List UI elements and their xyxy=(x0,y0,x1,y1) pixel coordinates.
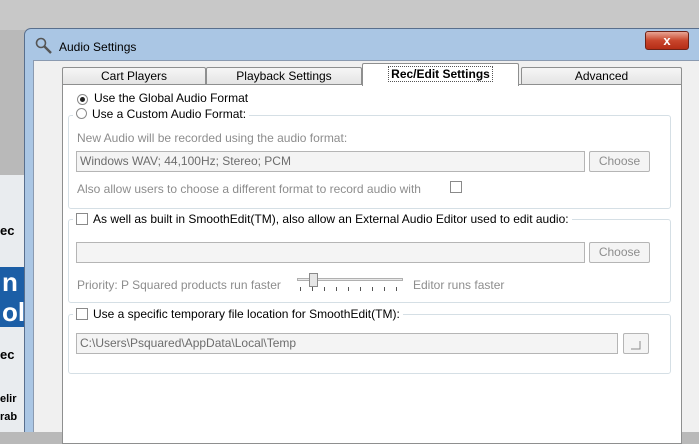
custom-format-label: Use a Custom Audio Format: xyxy=(92,107,247,121)
global-format-label: Use the Global Audio Format xyxy=(94,91,249,105)
temp-location-label: Use a specific temporary file location f… xyxy=(93,307,400,321)
audio-format-field[interactable]: Windows WAV; 44,100Hz; Stereo; PCM xyxy=(76,151,585,172)
choose-editor-button[interactable]: Choose xyxy=(589,242,650,263)
audio-settings-dialog: Audio Settings x Cart Players Playback S… xyxy=(24,28,699,444)
dialog-content: Cart Players Playback Settings Rec/Edit … xyxy=(33,60,699,444)
background-text: ec xyxy=(0,347,15,362)
settings-icon xyxy=(35,37,52,54)
temp-location-checkbox[interactable] xyxy=(76,308,88,320)
priority-label: Priority: P Squared products run faster xyxy=(77,278,281,292)
background-text: ec xyxy=(0,223,15,238)
global-format-radio[interactable] xyxy=(77,94,88,105)
temp-location-legend: Use a specific temporary file location f… xyxy=(73,307,403,321)
editor-faster-label: Editor runs faster xyxy=(413,278,505,292)
rec-edit-settings-panel: Use the Global Audio Format Use a Custom… xyxy=(62,84,682,444)
external-editor-field[interactable] xyxy=(76,242,585,263)
tab-rec-edit-settings[interactable]: Rec/Edit Settings xyxy=(362,63,519,86)
tab-advanced[interactable]: Advanced xyxy=(521,67,682,85)
background-app-titlebar xyxy=(0,0,699,30)
background-text: elir xyxy=(0,393,17,405)
choose-format-button[interactable]: Choose xyxy=(589,151,650,172)
custom-format-radio[interactable] xyxy=(76,108,87,119)
allow-format-label: Also allow users to choose a different f… xyxy=(77,182,421,196)
browse-icon xyxy=(631,341,641,350)
temp-location-field[interactable]: C:\Users\Psquared\AppData\Local\Temp xyxy=(76,333,618,354)
format-description: New Audio will be recorded using the aud… xyxy=(77,131,348,145)
close-button[interactable]: x xyxy=(645,31,689,50)
tab-strip: Cart Players Playback Settings Rec/Edit … xyxy=(62,63,682,86)
title-bar[interactable]: Audio Settings x xyxy=(25,29,699,61)
priority-slider[interactable] xyxy=(297,273,403,293)
external-editor-checkbox[interactable] xyxy=(76,213,88,225)
browse-temp-button[interactable] xyxy=(623,333,649,354)
external-editor-legend: As well as built in SmoothEdit(TM), also… xyxy=(73,212,572,226)
background-text: rab xyxy=(0,411,18,423)
tab-playback-settings[interactable]: Playback Settings xyxy=(206,67,362,85)
slider-thumb[interactable] xyxy=(309,273,318,287)
window-title: Audio Settings xyxy=(59,40,137,54)
external-editor-label: As well as built in SmoothEdit(TM), also… xyxy=(93,212,569,226)
allow-format-checkbox[interactable] xyxy=(450,181,462,193)
custom-format-legend: Use a Custom Audio Format: xyxy=(73,107,250,121)
tab-cart-players[interactable]: Cart Players xyxy=(62,67,206,85)
